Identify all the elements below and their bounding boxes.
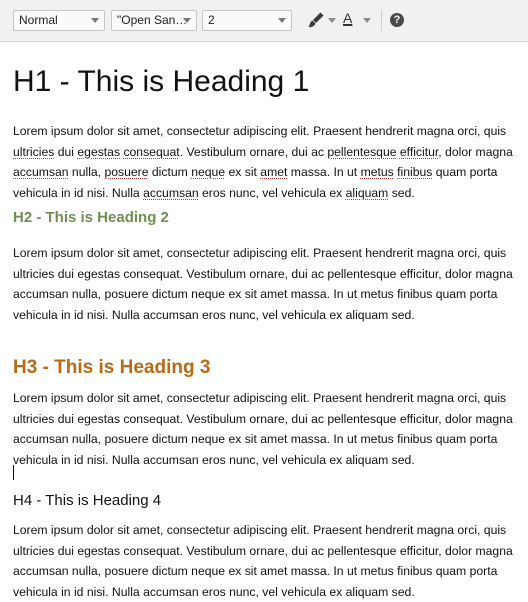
misspelled-word: pellentesque bbox=[327, 144, 397, 159]
font-select-value: "Open San… bbox=[117, 13, 188, 27]
heading-4: H4 - This is Heading 4 bbox=[13, 492, 162, 509]
text-run: vehicula in id nisi. Nulla bbox=[13, 185, 144, 200]
paragraph-line: vehicula in id nisi. Nulla accumsan eros… bbox=[13, 307, 415, 322]
font-select[interactable]: "Open San… bbox=[111, 10, 197, 31]
format-select-value: Normal bbox=[19, 13, 58, 27]
chevron-down-icon bbox=[91, 18, 99, 23]
chevron-down-icon bbox=[183, 18, 191, 23]
font-color-icon: A bbox=[343, 10, 353, 26]
chevron-down-icon bbox=[278, 18, 286, 23]
misspelled-word: finibus bbox=[397, 165, 433, 179]
misspelled-word: aliquam bbox=[345, 185, 389, 200]
text-run: ex sit bbox=[225, 165, 261, 179]
font-color-button[interactable]: A bbox=[341, 10, 375, 31]
paragraph-line: ultricies dui egestas consequat. Vestibu… bbox=[13, 411, 513, 426]
text-run: massa. In ut bbox=[287, 165, 361, 179]
heading-1: H1 - This is Heading 1 bbox=[13, 65, 310, 98]
chevron-down-icon bbox=[363, 18, 371, 23]
paragraph-line: accumsan nulla, posuere dictum neque ex … bbox=[13, 287, 498, 301]
paragraph-line: accumsan nulla, posuere dictum neque ex … bbox=[13, 564, 498, 578]
text-run: dui bbox=[54, 144, 78, 159]
misspelled-word: posuere bbox=[104, 165, 149, 179]
misspelled-word: efficitur bbox=[399, 144, 439, 159]
misspelled-word: metus bbox=[360, 165, 394, 179]
font-size-select-value: 2 bbox=[208, 13, 215, 27]
text-cursor bbox=[13, 465, 14, 480]
text-run: , dolor magna bbox=[438, 144, 513, 159]
paragraph-line: Lorem ipsum dolor sit amet, consectetur … bbox=[13, 124, 507, 138]
paragraph-line: accumsan nulla, posuere dictum neque ex … bbox=[13, 432, 498, 446]
paint-brush-icon bbox=[308, 12, 324, 28]
help-icon: ? bbox=[390, 13, 404, 27]
help-button[interactable]: ? bbox=[387, 10, 407, 31]
text-run: dictum bbox=[148, 165, 192, 179]
text-run: . Vestibulum ornare, dui ac bbox=[179, 144, 328, 159]
text-run: nulla, bbox=[68, 165, 105, 179]
paragraph-1: Lorem ipsum dolor sit amet, consectetur … bbox=[13, 121, 528, 203]
format-select[interactable]: Normal bbox=[13, 10, 105, 31]
paragraph-4: Lorem ipsum dolor sit amet, consectetur … bbox=[13, 520, 528, 602]
text-run: eros nunc, vel vehicula ex bbox=[198, 185, 346, 200]
font-size-select[interactable]: 2 bbox=[202, 10, 292, 31]
editor-toolbar: Normal "Open San… 2 A ? bbox=[0, 0, 528, 42]
chevron-down-icon bbox=[328, 18, 336, 23]
paragraph-line: vehicula in id nisi. Nulla accumsan eros… bbox=[13, 452, 415, 467]
paragraph-2: Lorem ipsum dolor sit amet, consectetur … bbox=[13, 243, 528, 325]
toolbar-separator bbox=[381, 10, 382, 31]
paragraph-line: ultricies dui egestas consequat. Vestibu… bbox=[13, 266, 513, 281]
paint-brush-button[interactable] bbox=[306, 10, 340, 31]
paragraph-line: Lorem ipsum dolor sit amet, consectetur … bbox=[13, 523, 507, 537]
editor-content-area[interactable]: H1 - This is Heading 1 Lorem ipsum dolor… bbox=[0, 42, 528, 599]
heading-2: H2 - This is Heading 2 bbox=[13, 209, 169, 226]
misspelled-word: egestas bbox=[77, 144, 121, 159]
paragraph-line: ultricies dui egestas consequat. Vestibu… bbox=[13, 543, 513, 558]
paragraph-line: Lorem ipsum dolor sit amet, consectetur … bbox=[13, 391, 507, 405]
misspelled-word: ultricies bbox=[13, 144, 55, 159]
heading-3: H3 - This is Heading 3 bbox=[13, 357, 211, 378]
misspelled-word: accumsan bbox=[143, 185, 199, 200]
paragraph-line: Lorem ipsum dolor sit amet, consectetur … bbox=[13, 246, 507, 260]
paragraph-line: vehicula in id nisi. Nulla accumsan eros… bbox=[13, 584, 415, 599]
misspelled-word: neque bbox=[191, 165, 226, 179]
misspelled-word: accumsan bbox=[13, 165, 69, 179]
text-run: sed. bbox=[388, 185, 415, 200]
text-run: quam porta bbox=[432, 165, 498, 179]
misspelled-word: consequat bbox=[123, 144, 180, 159]
misspelled-word: amet bbox=[260, 165, 288, 179]
paragraph-3: Lorem ipsum dolor sit amet, consectetur … bbox=[13, 388, 528, 470]
